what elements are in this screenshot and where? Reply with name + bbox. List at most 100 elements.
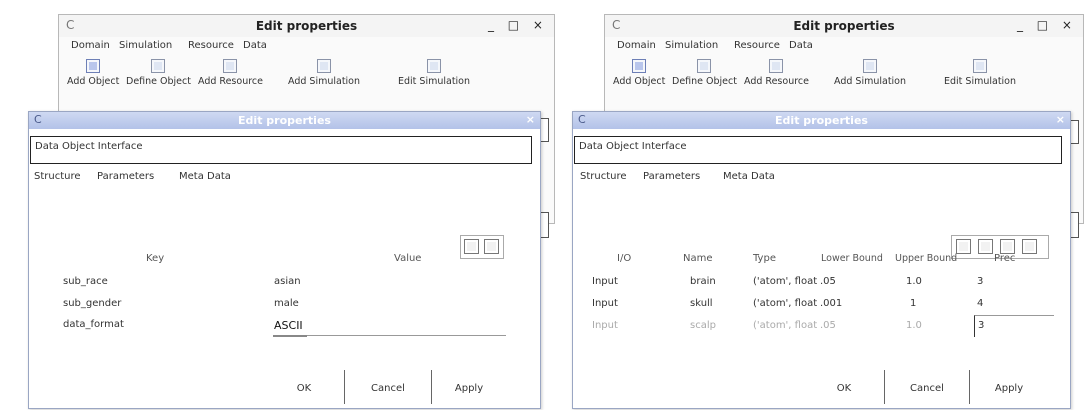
add-resource-icon	[223, 59, 238, 73]
toolbar: Add Object Define Object Add Resource Ad…	[605, 59, 1083, 97]
edit-simulation-button[interactable]: Edit Simulation	[944, 59, 1016, 87]
ok-button[interactable]: OK	[276, 370, 332, 404]
param-name[interactable]: skull	[690, 298, 713, 309]
param-upper[interactable]: 1.0	[906, 320, 922, 331]
param-type[interactable]: ('atom', float	[753, 320, 817, 331]
close-icon[interactable]: ×	[1056, 113, 1065, 126]
button-bar: OK Cancel Apply	[276, 370, 506, 404]
meta-value[interactable]: male	[274, 298, 299, 309]
param-lower[interactable]: .05	[820, 320, 836, 331]
param-io[interactable]: Input	[592, 298, 618, 309]
dialog-title: Edit properties	[238, 114, 331, 127]
add-resource-button[interactable]: Add Resource	[198, 59, 263, 87]
close-icon[interactable]: ×	[526, 113, 535, 126]
menu-domain[interactable]: Domain	[71, 40, 110, 51]
menu-bar: Domain Simulation Resource Data	[59, 39, 554, 55]
meta-key: sub_gender	[63, 298, 122, 309]
meta-key: data_format	[63, 319, 124, 330]
menu-domain[interactable]: Domain	[617, 40, 656, 51]
add-resource-icon	[769, 59, 784, 73]
menu-bar: Domain Simulation Resource Data	[605, 39, 1083, 55]
param-prec[interactable]: 4	[977, 298, 983, 309]
add-simulation-button[interactable]: Add Simulation	[834, 59, 906, 87]
edit-param-icon[interactable]	[1000, 239, 1015, 254]
prec-edit-field[interactable]	[974, 315, 1054, 337]
header-type: Type	[753, 253, 776, 264]
param-name[interactable]: brain	[690, 276, 716, 287]
param-type[interactable]: ('atom', float	[753, 298, 817, 309]
right-edit-properties-dialog: C Edit properties × Data Object Interfac…	[572, 111, 1071, 409]
add-simulation-icon	[317, 59, 331, 73]
remove-row-icon[interactable]	[484, 239, 499, 254]
tab-parameters[interactable]: Parameters	[643, 171, 700, 182]
param-lower[interactable]: .001	[820, 298, 842, 309]
edit-underline	[273, 335, 506, 336]
add-object-icon	[632, 59, 647, 73]
apply-button[interactable]: Apply	[970, 370, 1048, 404]
dialog-title: Edit properties	[775, 114, 868, 127]
param-type[interactable]: ('atom', float	[753, 276, 817, 287]
tab-meta-data[interactable]: Meta Data	[723, 171, 775, 182]
menu-simulation[interactable]: Simulation	[119, 40, 172, 51]
remove-param-icon[interactable]	[1022, 239, 1037, 254]
menu-data[interactable]: Data	[243, 40, 267, 51]
menu-resource[interactable]: Resource	[734, 40, 780, 51]
header-value: Value	[394, 253, 422, 264]
param-io[interactable]: Input	[592, 276, 618, 287]
edit-simulation-icon	[427, 59, 442, 73]
button-bar: OK Cancel Apply	[816, 370, 1048, 404]
header-lower-bound: Lower Bound	[821, 253, 883, 264]
right-main-titlebar: C Edit properties _ □ ×	[605, 15, 1083, 37]
menu-resource[interactable]: Resource	[188, 40, 234, 51]
cancel-button[interactable]: Cancel	[345, 370, 431, 404]
edit-simulation-button[interactable]: Edit Simulation	[398, 59, 470, 87]
object-name-field[interactable]: Data Object Interface	[574, 136, 1062, 164]
window-title: Edit properties	[255, 19, 358, 33]
add-object-button[interactable]: Add Object	[613, 59, 665, 87]
background-field-edge	[1070, 212, 1079, 238]
meta-key: sub_race	[63, 276, 108, 287]
object-name-field[interactable]: Data Object Interface	[30, 136, 532, 164]
define-object-button[interactable]: Define Object	[672, 59, 737, 87]
edit-underline-thick	[273, 335, 307, 337]
dialog-titlebar: C Edit properties ×	[573, 112, 1070, 129]
ok-button[interactable]: OK	[816, 370, 872, 404]
param-lower[interactable]: .05	[820, 276, 836, 287]
left-edit-properties-dialog: C Edit properties × Data Object Interfac…	[28, 111, 541, 409]
add-object-icon	[86, 59, 101, 73]
toolbar: Add Object Define Object Add Resource Ad…	[59, 59, 554, 97]
menu-data[interactable]: Data	[789, 40, 813, 51]
add-row-icon[interactable]	[464, 239, 479, 254]
param-prec[interactable]: 3	[977, 276, 983, 287]
define-object-button[interactable]: Define Object	[126, 59, 191, 87]
add-param-icon[interactable]	[956, 239, 971, 254]
meta-value-editing[interactable]: ASCII	[274, 319, 303, 332]
window-controls[interactable]: _ □ ×	[488, 18, 548, 32]
add-simulation-button[interactable]: Add Simulation	[288, 59, 360, 87]
add-object-button[interactable]: Add Object	[67, 59, 119, 87]
header-name: Name	[683, 253, 713, 264]
edit-simulation-icon	[973, 59, 988, 73]
window-controls[interactable]: _ □ ×	[1017, 18, 1077, 32]
background-field-edge	[540, 118, 549, 142]
tab-structure[interactable]: Structure	[34, 171, 81, 182]
add-resource-button[interactable]: Add Resource	[744, 59, 809, 87]
menu-simulation[interactable]: Simulation	[665, 40, 718, 51]
meta-value[interactable]: asian	[274, 276, 301, 287]
tab-meta-data[interactable]: Meta Data	[179, 171, 231, 182]
param-io[interactable]: Input	[592, 320, 618, 331]
dialog-titlebar: C Edit properties ×	[29, 112, 540, 129]
tab-structure[interactable]: Structure	[580, 171, 627, 182]
param-upper[interactable]: 1.0	[906, 276, 922, 287]
header-upper-bound: Upper Bound	[895, 253, 958, 264]
tab-parameters[interactable]: Parameters	[97, 171, 154, 182]
header-io: I/O	[617, 253, 632, 264]
param-prec-editing[interactable]: 3	[978, 320, 984, 331]
cancel-button[interactable]: Cancel	[885, 370, 969, 404]
apply-button[interactable]: Apply	[432, 370, 506, 404]
copy-param-icon[interactable]	[978, 239, 993, 254]
param-name[interactable]: scalp	[690, 320, 716, 331]
param-upper[interactable]: 1	[910, 298, 916, 309]
define-object-icon	[151, 59, 166, 73]
add-simulation-icon	[863, 59, 877, 73]
